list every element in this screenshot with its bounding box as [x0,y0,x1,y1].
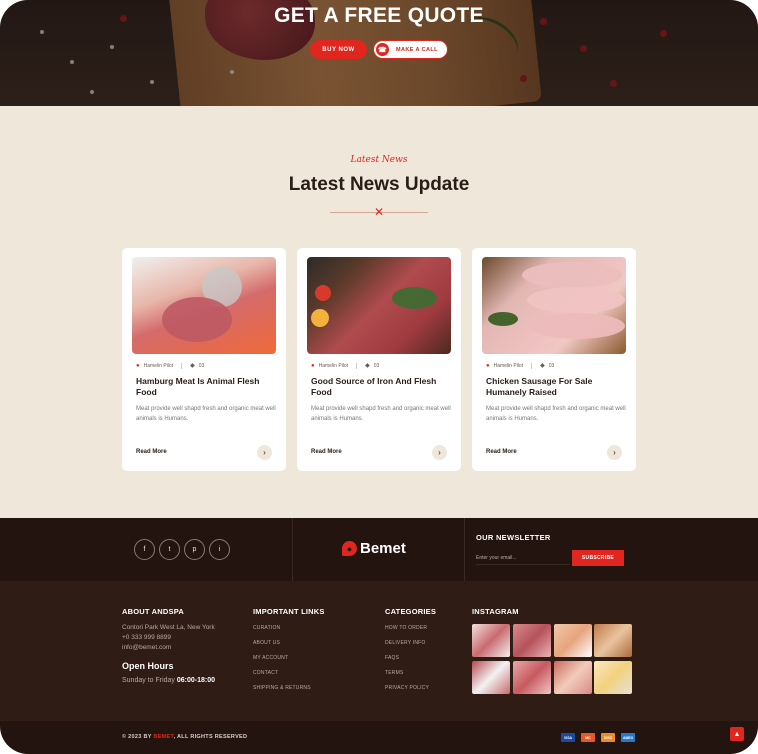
categories-title: CATEGORIES [385,607,437,616]
instagram-icon[interactable]: i [209,539,230,560]
buy-now-button[interactable]: BUY NOW [310,40,367,59]
instagram-thumbnail[interactable] [554,624,592,657]
twitter-icon[interactable]: t [159,539,180,560]
comment-icon: ◆ [540,363,545,369]
post-author[interactable]: Hamelin Pilot [319,363,348,369]
important-links-title: IMPORTANT LINKS [253,607,325,616]
mastercard-icon: MC [581,733,595,742]
instagram-thumbnail[interactable] [472,661,510,694]
crossed-cleavers-icon: ✕ [373,205,385,219]
page-frame: GET A FREE QUOTE BUY NOW ☎ MAKE A CALL L… [0,0,758,754]
post-author[interactable]: Hamelin Pilot [494,363,523,369]
read-more-link[interactable]: Read More [311,449,342,455]
post-author[interactable]: Hamelin Pilot [144,363,173,369]
hero-banner: GET A FREE QUOTE BUY NOW ☎ MAKE A CALL [0,0,758,106]
site-logo[interactable]: ● Bemet [342,540,406,557]
scroll-to-top-icon[interactable]: ▲ [730,727,744,741]
news-card-excerpt: Meat provide well shapd fresh and organi… [136,406,276,422]
chevron-right-icon[interactable]: › [607,445,622,460]
footer-link-delivery-info[interactable]: DELIVERY INFO [385,640,425,646]
newsletter-email-input[interactable] [476,551,570,565]
open-hours-title: Open Hours [122,661,174,671]
copyright: © 2023 BY BEMET, ALL RIGHTS RESERVED [122,734,248,740]
about-title: ABOUT ANDSPA [122,607,184,616]
comment-count[interactable]: 03 [549,363,555,369]
news-card: ● Hamelin Pilot ◆ 03 Good Source of Iron… [297,248,461,471]
logo-icon: ● [342,541,357,556]
facebook-icon[interactable]: f [134,539,155,560]
footer-link-how-to-order[interactable]: HOW TO ORDER [385,625,427,631]
discover-icon: DISC [601,733,615,742]
visa-icon: VISA [561,733,575,742]
footer-link-shipping[interactable]: SHIPPING & RETURNS [253,685,311,691]
user-icon: ● [136,362,140,369]
post-meta: ● Hamelin Pilot ◆ 03 [486,362,554,369]
instagram-thumbnail[interactable] [554,661,592,694]
make-a-call-button[interactable]: ☎ MAKE A CALL [373,40,448,59]
instagram-thumbnail[interactable] [594,624,632,657]
about-email[interactable]: info@bemet.com [122,644,171,651]
open-hours-time: 06:00-18:00 [176,677,216,684]
post-meta: ● Hamelin Pilot ◆ 03 [136,362,204,369]
logo-text: Bemet [360,540,406,557]
footer-link-contact[interactable]: CONTACT [253,670,278,676]
bottom-bar: © 2023 BY BEMET, ALL RIGHTS RESERVED VIS… [0,721,758,754]
instagram-thumbnail[interactable] [513,624,551,657]
post-meta: ● Hamelin Pilot ◆ 03 [311,362,379,369]
latest-news-section: Latest News Latest News Update ✕ ● Hamel… [0,106,758,518]
section-title: Latest News Update [288,174,470,195]
news-card-excerpt: Meat provide well shapd fresh and organi… [486,406,626,422]
user-icon: ● [486,362,490,369]
footer-link-about-us[interactable]: ABOUT US [253,640,280,646]
news-card-title[interactable]: Good Source of Iron And Flesh Food [311,376,449,397]
comment-count[interactable]: 03 [199,363,205,369]
section-eyebrow: Latest News [350,155,408,165]
footer-link-faqs[interactable]: FAQS [385,655,399,661]
news-card-image[interactable] [482,257,626,354]
news-card-title[interactable]: Hamburg Meat Is Animal Flesh Food [136,376,274,397]
headset-icon: ☎ [376,43,389,56]
news-card-title[interactable]: Chicken Sausage For Sale Humanely Raised [486,376,624,397]
news-card-image[interactable] [307,257,451,354]
about-address: Contori Park West La, New York [122,624,215,631]
footer-link-curation[interactable]: CURATION [253,625,280,631]
news-card-image[interactable] [132,257,276,354]
chevron-right-icon[interactable]: › [257,445,272,460]
footer-main: ABOUT ANDSPA Contori Park West La, New Y… [0,581,758,721]
news-card: ● Hamelin Pilot ◆ 03 Chicken Sausage For… [472,248,636,471]
read-more-link[interactable]: Read More [486,449,517,455]
instagram-thumbnail[interactable] [594,661,632,694]
chevron-right-icon[interactable]: › [432,445,447,460]
news-card: ● Hamelin Pilot ◆ 03 Hamburg Meat Is Ani… [122,248,286,471]
copyright-brand-link[interactable]: BEMET [153,734,173,740]
comment-count[interactable]: 03 [374,363,380,369]
footer-top-bar: f t p i ● Bemet OUR NEWSLETTER SUBSCRIBE [0,518,758,581]
comment-icon: ◆ [365,363,370,369]
news-card-excerpt: Meat provide well shapd fresh and organi… [311,406,451,422]
footer-link-terms[interactable]: TERMS [385,670,404,676]
instagram-title: INSTAGRAM [472,607,519,616]
pinterest-icon[interactable]: p [184,539,205,560]
about-phone[interactable]: +0 333 999 8899 [122,634,171,641]
make-a-call-label: MAKE A CALL [396,46,438,53]
read-more-link[interactable]: Read More [136,449,167,455]
open-hours: Sunday to Friday 06:00-18:00 [122,677,215,684]
comment-icon: ◆ [190,363,195,369]
instagram-thumbnail[interactable] [513,661,551,694]
newsletter-title: OUR NEWSLETTER [476,533,551,542]
hero-title: GET A FREE QUOTE [274,4,484,27]
footer-link-privacy[interactable]: PRIVACY POLICY [385,685,429,691]
subscribe-button[interactable]: SUBSCRIBE [572,550,624,566]
footer-link-my-account[interactable]: MY ACCOUNT [253,655,288,661]
user-icon: ● [311,362,315,369]
open-hours-days: Sunday to Friday [122,677,175,684]
amex-icon: AMEX [621,733,635,742]
instagram-thumbnail[interactable] [472,624,510,657]
